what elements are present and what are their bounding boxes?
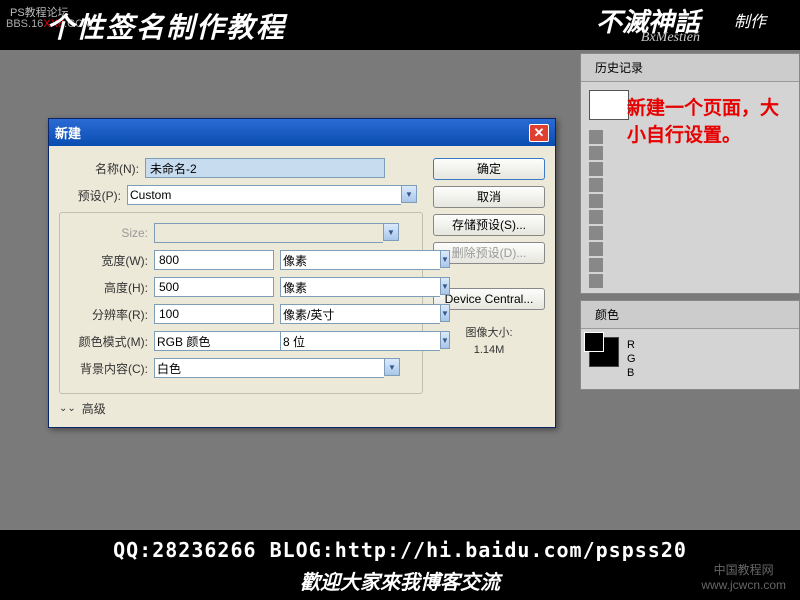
history-icon	[589, 274, 603, 288]
width-label: 宽度(W):	[68, 252, 154, 269]
welcome-message: 歡迎大家來我博客交流	[0, 566, 800, 595]
history-icon	[589, 194, 603, 208]
preset-select[interactable]	[127, 185, 401, 205]
history-item[interactable]	[585, 193, 795, 209]
cancel-button[interactable]: 取消	[433, 186, 545, 208]
brand-english: BxMestień	[641, 30, 700, 46]
color-mode-label: 颜色模式(M):	[68, 333, 154, 350]
height-input[interactable]	[154, 277, 274, 297]
chevron-down-icon[interactable]: ▼	[440, 304, 450, 322]
chevron-down-icon[interactable]: ▼	[401, 185, 417, 203]
workspace: 新建一个页面，大小自行设置。 新建 ✕ 名称(N): 预设(P): ▼	[0, 50, 800, 530]
history-item[interactable]	[585, 273, 795, 289]
history-icon	[589, 258, 603, 272]
dialog-title-text: 新建	[55, 123, 81, 142]
history-snapshot[interactable]	[589, 90, 629, 120]
history-icon	[589, 162, 603, 176]
history-icon	[589, 178, 603, 192]
size-label: Size:	[68, 226, 154, 240]
resolution-input[interactable]	[154, 304, 274, 324]
instruction-annotation: 新建一个页面，大小自行设置。	[627, 96, 792, 149]
color-panel: 颜色 R G B	[580, 300, 800, 390]
history-item[interactable]	[585, 161, 795, 177]
chevron-down-icon: ▼	[383, 223, 399, 241]
history-icon	[589, 226, 603, 240]
chevron-down-icon[interactable]: ▼	[384, 358, 400, 376]
g-slider[interactable]: G	[627, 353, 636, 365]
tutorial-title: 个性签名制作教程	[46, 6, 286, 46]
history-icon	[589, 210, 603, 224]
width-input[interactable]	[154, 250, 274, 270]
tutorial-header: PS教程论坛 BBS.16XX8.COM 个性签名制作教程 不滅神話 制作 Bx…	[0, 0, 800, 50]
history-item[interactable]	[585, 241, 795, 257]
chevron-down-icon[interactable]: ▼	[440, 250, 450, 268]
chevron-down-icon: ⌄⌄	[59, 403, 76, 414]
history-tab[interactable]: 历史记录	[589, 57, 649, 78]
chevron-down-icon[interactable]: ▼	[440, 277, 450, 295]
color-depth-select[interactable]	[280, 331, 440, 351]
history-item[interactable]	[585, 225, 795, 241]
width-unit-select[interactable]	[280, 250, 440, 270]
dialog-titlebar[interactable]: 新建 ✕	[49, 119, 555, 146]
b-slider[interactable]: B	[627, 367, 636, 379]
name-label: 名称(N):	[59, 160, 145, 177]
resolution-unit-select[interactable]	[280, 304, 440, 324]
history-item[interactable]	[585, 177, 795, 193]
new-document-dialog: 新建 ✕ 名称(N): 预设(P): ▼ Size:	[48, 118, 556, 428]
history-item[interactable]	[585, 257, 795, 273]
height-label: 高度(H):	[68, 279, 154, 296]
close-icon[interactable]: ✕	[529, 124, 549, 142]
advanced-label: 高级	[82, 400, 106, 417]
contact-info: QQ:28236266 BLOG:http://hi.baidu.com/psp…	[0, 530, 800, 562]
tutorial-footer: QQ:28236266 BLOG:http://hi.baidu.com/psp…	[0, 530, 800, 600]
resolution-label: 分辨率(R):	[68, 306, 154, 323]
preset-label: 预设(P):	[59, 187, 127, 204]
foreground-swatch[interactable]	[584, 332, 604, 352]
history-icon	[589, 130, 603, 144]
size-select	[154, 223, 383, 243]
color-tab[interactable]: 颜色	[589, 304, 625, 325]
watermark: 中国教程网 www.jcwcn.com	[701, 561, 786, 592]
ok-button[interactable]: 确定	[433, 158, 545, 180]
chevron-down-icon[interactable]: ▼	[440, 331, 450, 349]
color-swatch[interactable]	[589, 337, 619, 367]
background-label: 背景内容(C):	[68, 360, 154, 377]
history-icon	[589, 146, 603, 160]
history-icon	[589, 242, 603, 256]
history-item[interactable]	[585, 209, 795, 225]
background-select[interactable]	[154, 358, 384, 378]
r-slider[interactable]: R	[627, 339, 636, 351]
height-unit-select[interactable]	[280, 277, 440, 297]
brand-sub: 制作	[734, 8, 766, 32]
document-name-input[interactable]	[145, 158, 385, 178]
advanced-toggle[interactable]: ⌄⌄ 高级	[59, 400, 423, 417]
save-preset-button[interactable]: 存储预设(S)...	[433, 214, 545, 236]
history-panel: 历史记录	[580, 53, 800, 294]
